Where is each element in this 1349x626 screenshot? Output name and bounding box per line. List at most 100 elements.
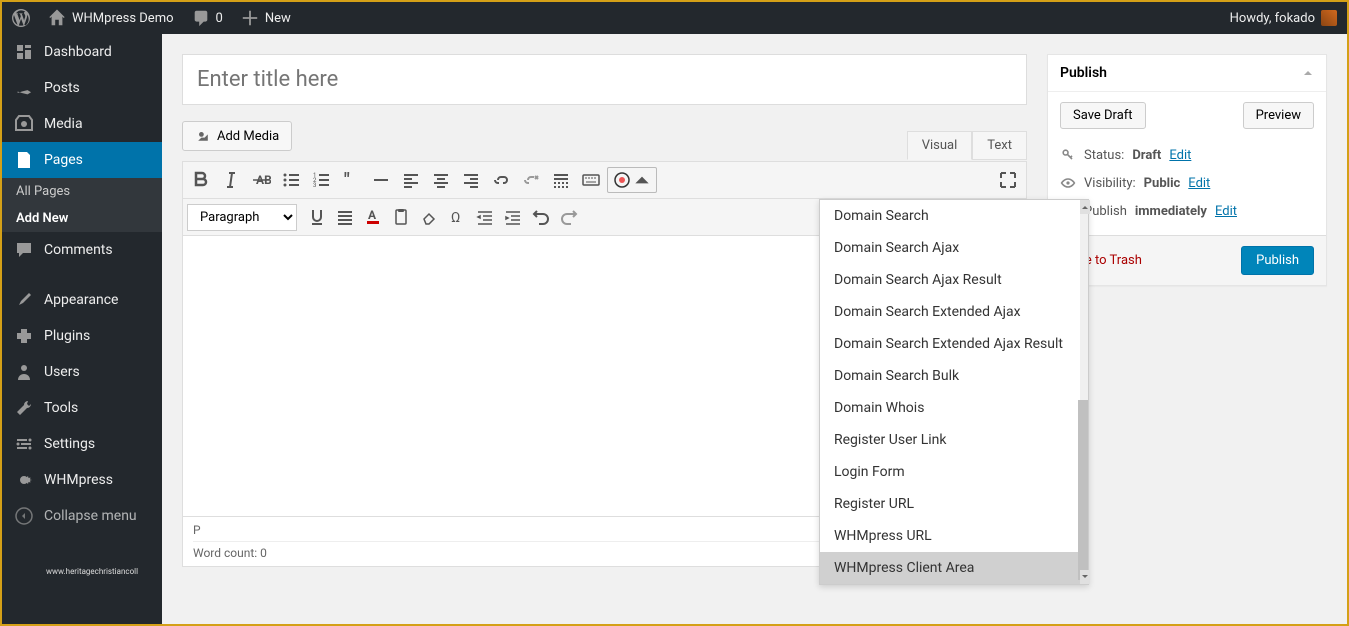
sidebar-item-posts[interactable]: Posts bbox=[2, 70, 162, 106]
home-icon bbox=[48, 9, 66, 27]
comments-link[interactable]: 0 bbox=[192, 9, 223, 27]
dropdown-item[interactable]: Domain Search Extended Ajax Result bbox=[820, 328, 1088, 360]
wp-logo[interactable] bbox=[12, 9, 30, 27]
dropdown-item[interactable]: Register URL bbox=[820, 488, 1088, 520]
dropdown-item[interactable]: Domain Search Bulk bbox=[820, 360, 1088, 392]
whmpress-dropdown-button[interactable] bbox=[607, 167, 657, 193]
site-link[interactable]: WHMpress Demo bbox=[48, 9, 174, 27]
hr-icon bbox=[371, 170, 391, 190]
italic-button[interactable] bbox=[217, 166, 245, 194]
dropdown-scrollbar[interactable] bbox=[1080, 200, 1088, 584]
text-color-button[interactable]: A bbox=[359, 203, 387, 231]
quote-button[interactable]: " bbox=[337, 166, 365, 194]
scroll-down-arrow[interactable] bbox=[1080, 570, 1090, 584]
scroll-thumb[interactable] bbox=[1078, 400, 1088, 580]
ol-button[interactable]: 123 bbox=[307, 166, 335, 194]
dropdown-item[interactable]: WHMpress Client Area bbox=[820, 552, 1088, 584]
unlink-button[interactable] bbox=[517, 166, 545, 194]
indent-button[interactable] bbox=[499, 203, 527, 231]
pages-icon bbox=[14, 150, 34, 170]
plugin-icon bbox=[14, 326, 34, 346]
link-button[interactable] bbox=[487, 166, 515, 194]
editor-box: ABC 123 " bbox=[182, 161, 1027, 567]
user-greeting[interactable]: Howdy, fokado bbox=[1230, 10, 1337, 26]
align-center-button[interactable] bbox=[427, 166, 455, 194]
add-media-button[interactable]: Add Media bbox=[182, 121, 292, 151]
fullscreen-button[interactable] bbox=[994, 166, 1022, 194]
dropdown-item[interactable]: Register User Link bbox=[820, 424, 1088, 456]
special-char-button[interactable]: Ω bbox=[443, 203, 471, 231]
eraser-icon bbox=[419, 207, 439, 227]
underline-button[interactable] bbox=[303, 203, 331, 231]
dropdown-item[interactable]: Domain Whois bbox=[820, 392, 1088, 424]
dropdown-item[interactable]: Domain Search Ajax Result bbox=[820, 264, 1088, 296]
publish-button[interactable]: Publish bbox=[1241, 246, 1314, 275]
publish-box: Publish Save Draft Preview Status: Draft… bbox=[1047, 54, 1327, 286]
paragraph-select[interactable]: Paragraph bbox=[187, 204, 297, 231]
tab-text[interactable]: Text bbox=[972, 131, 1027, 160]
ul-icon bbox=[281, 170, 301, 190]
media-add-icon bbox=[195, 128, 211, 144]
side-column: Publish Save Draft Preview Status: Draft… bbox=[1047, 54, 1327, 604]
paste-text-button[interactable] bbox=[387, 203, 415, 231]
sidebar: Dashboard Posts Media Pages All Pages Ad… bbox=[2, 34, 162, 624]
new-label: New bbox=[265, 11, 291, 26]
undo-icon bbox=[531, 207, 551, 227]
edit-status-link[interactable]: Edit bbox=[1169, 148, 1191, 163]
sidebar-subitem-all-pages[interactable]: All Pages bbox=[2, 178, 162, 205]
collapse-menu[interactable]: Collapse menu bbox=[2, 498, 162, 534]
outdent-icon bbox=[475, 207, 495, 227]
sidebar-item-appearance[interactable]: Appearance bbox=[2, 282, 162, 318]
sidebar-item-dashboard[interactable]: Dashboard bbox=[2, 34, 162, 70]
underline-icon bbox=[307, 207, 327, 227]
sidebar-item-tools[interactable]: Tools bbox=[2, 390, 162, 426]
pin-icon bbox=[14, 78, 34, 98]
scroll-up-arrow[interactable] bbox=[1080, 200, 1090, 214]
preview-button[interactable]: Preview bbox=[1243, 102, 1314, 129]
sidebar-subitem-add-new[interactable]: Add New bbox=[2, 205, 162, 232]
dropdown-item[interactable]: Domain Search Ajax bbox=[820, 232, 1088, 264]
status-row: Status: Draft Edit bbox=[1060, 141, 1314, 169]
sidebar-item-pages[interactable]: Pages bbox=[2, 142, 162, 178]
sidebar-item-comments[interactable]: Comments bbox=[2, 232, 162, 268]
toggle-toolbar-button[interactable] bbox=[577, 166, 605, 194]
dropdown-item[interactable]: Domain Search Extended Ajax bbox=[820, 296, 1088, 328]
ul-button[interactable] bbox=[277, 166, 305, 194]
sidebar-item-settings[interactable]: Settings bbox=[2, 426, 162, 462]
strike-button[interactable]: ABC bbox=[247, 166, 275, 194]
new-link[interactable]: New bbox=[241, 9, 291, 27]
sidebar-item-media[interactable]: Media bbox=[2, 106, 162, 142]
align-left-button[interactable] bbox=[397, 166, 425, 194]
more-button[interactable] bbox=[547, 166, 575, 194]
toolbar-row-1: ABC 123 " bbox=[183, 162, 1026, 199]
sidebar-item-whmpress[interactable]: WHMpress bbox=[2, 462, 162, 498]
justify-button[interactable] bbox=[331, 203, 359, 231]
more-icon bbox=[551, 170, 571, 190]
collapse-panel-icon[interactable] bbox=[1302, 67, 1314, 79]
outdent-button[interactable] bbox=[471, 203, 499, 231]
text-color-icon: A bbox=[363, 207, 383, 227]
tools-icon bbox=[14, 398, 34, 418]
align-center-icon bbox=[431, 170, 451, 190]
svg-text:": " bbox=[344, 170, 350, 190]
dropdown-item[interactable]: Domain Search bbox=[820, 200, 1088, 232]
plus-icon bbox=[241, 9, 259, 27]
sidebar-item-plugins[interactable]: Plugins bbox=[2, 318, 162, 354]
dropdown-item[interactable]: Login Form bbox=[820, 456, 1088, 488]
bold-button[interactable] bbox=[187, 166, 215, 194]
undo-button[interactable] bbox=[527, 203, 555, 231]
edit-visibility-link[interactable]: Edit bbox=[1188, 176, 1210, 191]
hr-button[interactable] bbox=[367, 166, 395, 194]
save-draft-button[interactable]: Save Draft bbox=[1060, 102, 1146, 129]
redo-button[interactable] bbox=[555, 203, 583, 231]
edit-publish-link[interactable]: Edit bbox=[1215, 204, 1237, 219]
align-right-button[interactable] bbox=[457, 166, 485, 194]
settings-icon bbox=[14, 434, 34, 454]
title-input[interactable] bbox=[182, 54, 1027, 105]
sidebar-item-users[interactable]: Users bbox=[2, 354, 162, 390]
clear-format-button[interactable] bbox=[415, 203, 443, 231]
watermark-text: www.heritagechristiancoll bbox=[46, 567, 138, 576]
tab-visual[interactable]: Visual bbox=[907, 131, 973, 160]
avatar bbox=[1321, 10, 1337, 26]
dropdown-item[interactable]: WHMpress URL bbox=[820, 520, 1088, 552]
